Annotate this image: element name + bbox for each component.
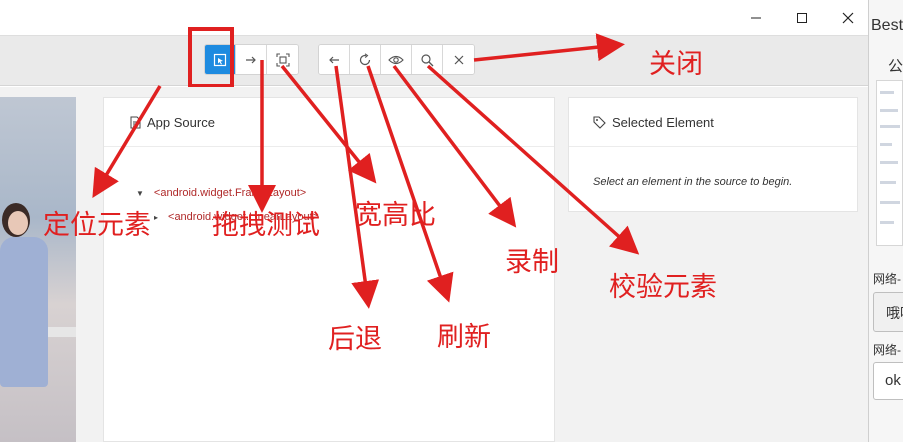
annotation-back: 后退	[328, 324, 382, 355]
eye-icon	[388, 55, 404, 64]
annotation-close: 关闭	[649, 49, 703, 80]
highlight-rectangle	[188, 27, 234, 88]
inspector-body: App Source ▼ <android.widget.FrameLayout>…	[0, 87, 868, 442]
app-source-header: App Source	[104, 98, 554, 147]
screenshot-person-face	[8, 211, 28, 235]
annotation-drag-test: 拖拽测试	[212, 210, 320, 241]
crop-frame-icon	[275, 52, 290, 67]
close-icon	[454, 55, 463, 64]
arrow-right-icon	[246, 56, 256, 63]
search-icon	[421, 53, 434, 66]
selected-element-panel: Selected Element Select an element in th…	[568, 97, 858, 212]
maximize-icon	[797, 13, 807, 23]
annotation-record: 录制	[505, 247, 559, 278]
selected-element-header: Selected Element	[569, 98, 857, 147]
minimize-icon	[751, 17, 761, 19]
annotation-locate-element: 定位元素	[43, 210, 151, 241]
window-titlebar	[0, 0, 870, 36]
swipe-button[interactable]	[236, 45, 267, 74]
file-icon	[130, 116, 141, 129]
inspector-toolbar	[0, 36, 868, 86]
annotation-verify-element: 校验元素	[609, 272, 717, 303]
refresh-button[interactable]	[350, 45, 381, 74]
arrow-left-icon	[329, 56, 339, 63]
background-window-title: Best	[871, 17, 903, 34]
background-message-text: 哦吖	[886, 305, 903, 321]
close-window-button[interactable]	[828, 4, 868, 32]
background-label: 网络-	[873, 272, 901, 286]
quit-session-button[interactable]	[443, 45, 474, 74]
screenshot-person-body	[0, 237, 48, 387]
tag-icon	[593, 115, 606, 129]
back-button[interactable]	[319, 45, 350, 74]
background-message-box: 哦吖	[873, 292, 903, 332]
annotation-aspect-ratio: 宽高比	[355, 200, 436, 231]
tree-node[interactable]: ▼ <android.widget.FrameLayout>	[136, 187, 306, 199]
minimize-button[interactable]	[736, 4, 776, 32]
background-input-box: ok	[873, 362, 903, 400]
refresh-icon	[359, 52, 371, 65]
close-icon	[842, 12, 854, 24]
maximize-button[interactable]	[782, 4, 822, 32]
background-input-text: ok	[885, 372, 901, 389]
background-text: 公	[888, 58, 903, 75]
record-button[interactable]	[381, 45, 412, 74]
selected-element-title: Selected Element	[612, 114, 714, 130]
app-source-panel: App Source ▼ <android.widget.FrameLayout>…	[103, 97, 555, 442]
selected-element-hint: Select an element in the source to begin…	[593, 176, 793, 188]
tap-coordinates-button[interactable]	[267, 45, 298, 74]
tree-node-label: <android.widget.FrameLayout>	[153, 187, 307, 199]
session-actions-group	[318, 44, 475, 75]
caret-down-icon[interactable]: ▼	[136, 189, 144, 198]
device-screenshot[interactable]	[0, 97, 76, 442]
background-thumbnail	[876, 80, 903, 246]
caret-right-icon[interactable]: ▸	[154, 213, 158, 222]
annotation-refresh: 刷新	[437, 322, 491, 353]
background-label: 网络-	[873, 343, 901, 357]
app-source-title: App Source	[147, 114, 215, 130]
search-element-button[interactable]	[412, 45, 443, 74]
